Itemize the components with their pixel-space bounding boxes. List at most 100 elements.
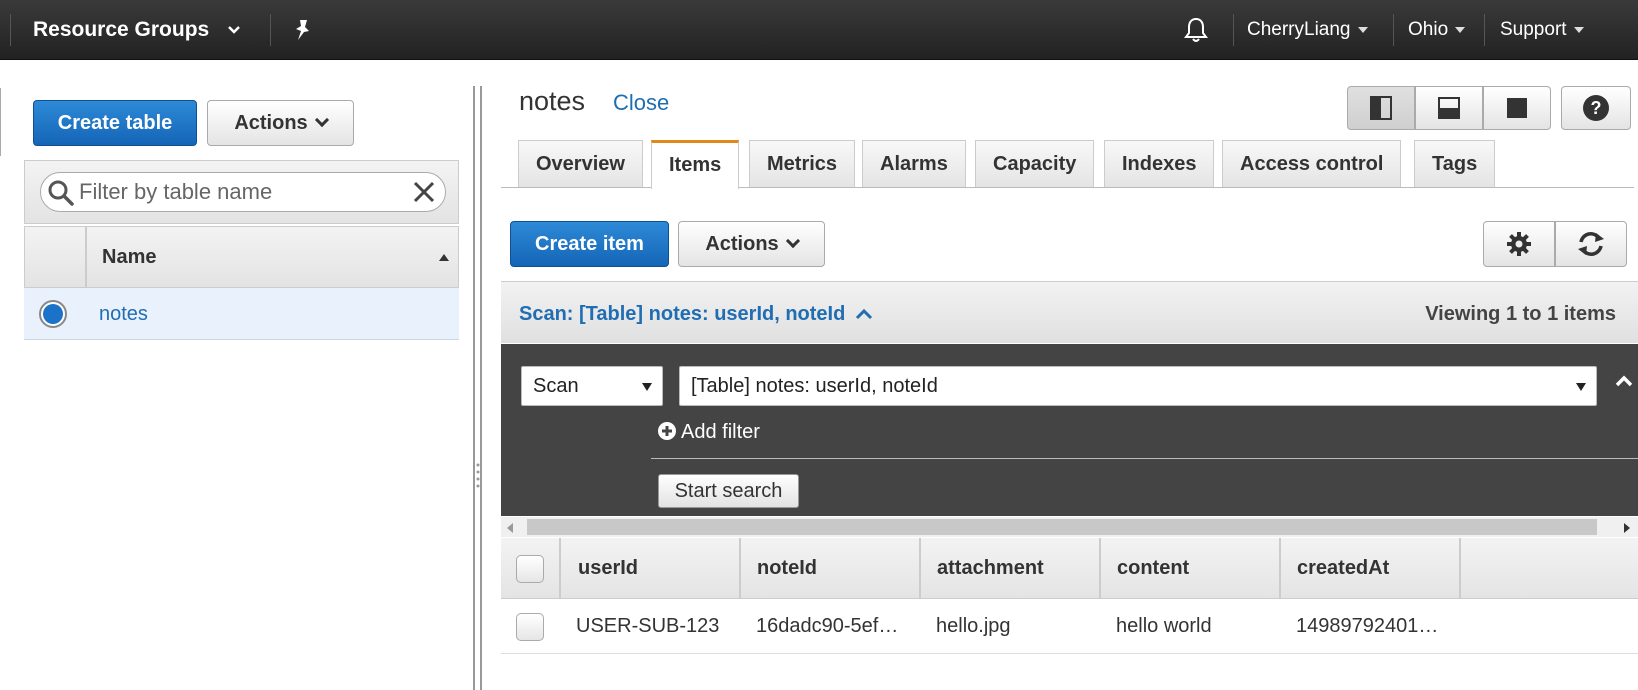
- chevron-down-icon: [785, 233, 800, 249]
- table-actions-button[interactable]: Actions: [207, 100, 354, 146]
- divider: [10, 14, 11, 46]
- clear-filter-icon[interactable]: [413, 181, 435, 203]
- support-menu[interactable]: Support: [1500, 0, 1584, 60]
- name-column-header[interactable]: Name: [102, 246, 156, 269]
- resource-groups-menu[interactable]: Resource Groups: [33, 0, 241, 60]
- user-name: CherryLiang: [1247, 19, 1351, 40]
- table-actions-label: Actions: [234, 111, 308, 134]
- radio-selected-dot: [43, 304, 63, 324]
- scan-summary-text: Scan: [Table] notes: userId, noteId: [519, 303, 846, 325]
- tab-tags[interactable]: Tags: [1414, 140, 1496, 187]
- column-divider: [739, 538, 741, 598]
- dropdown-arrow-icon: [1576, 383, 1586, 391]
- splitter-drag-handle[interactable]: [474, 460, 482, 490]
- panel-splitter-line: [480, 86, 482, 690]
- plus-circle-icon: [658, 422, 676, 440]
- column-divider: [85, 227, 87, 287]
- column-header-userid[interactable]: userId: [578, 538, 638, 598]
- svg-text:?: ?: [1591, 98, 1602, 118]
- table-select-radio[interactable]: [39, 300, 67, 328]
- items-table-header: [501, 538, 1638, 599]
- layout-full-button[interactable]: [1483, 86, 1551, 130]
- horizontal-scrollbar[interactable]: [501, 517, 1638, 537]
- chevron-up-icon: [855, 308, 872, 320]
- scroll-right-arrow-icon[interactable]: [1624, 523, 1630, 533]
- user-menu[interactable]: CherryLiang: [1247, 0, 1368, 60]
- filter-box: [40, 172, 446, 212]
- divider: [1484, 14, 1485, 46]
- divider: [270, 14, 271, 46]
- left-edge-line: [0, 88, 1, 156]
- item-userid-link[interactable]: USER-SUB-123: [576, 600, 719, 652]
- layout-split-vertical-button[interactable]: [1347, 86, 1415, 130]
- scan-summary-bar[interactable]: Scan: [Table] notes: userId, noteId View…: [501, 281, 1638, 343]
- notifications-bell-icon[interactable]: [1183, 0, 1213, 60]
- refresh-button[interactable]: [1555, 221, 1627, 267]
- column-header-createdat[interactable]: createdAt: [1297, 538, 1389, 598]
- scrollbar-thumb[interactable]: [527, 519, 1597, 535]
- help-button[interactable]: ?: [1561, 86, 1631, 130]
- add-filter-link[interactable]: Add filter: [657, 421, 760, 444]
- scroll-left-arrow-icon[interactable]: [507, 523, 513, 533]
- collapse-scan-icon[interactable]: [1614, 374, 1634, 388]
- panel-splitter-line: [473, 86, 475, 690]
- item-attachment: hello.jpg: [936, 615, 1011, 637]
- gear-icon: [1507, 232, 1531, 256]
- table-name-link[interactable]: notes: [99, 303, 148, 326]
- column-divider: [1459, 538, 1461, 598]
- tab-items[interactable]: Items: [651, 140, 740, 189]
- create-table-label: Create table: [57, 111, 173, 134]
- start-search-button[interactable]: Start search: [658, 474, 799, 508]
- column-divider: [919, 538, 921, 598]
- scan-panel-divider: [651, 458, 1638, 459]
- table-row[interactable]: notes: [24, 288, 459, 340]
- sort-ascending-icon[interactable]: [439, 254, 449, 261]
- scan-mode-select[interactable]: Scan: [521, 366, 663, 406]
- create-item-label: Create item: [535, 232, 644, 255]
- close-link[interactable]: Close: [613, 90, 669, 116]
- divider: [1393, 14, 1394, 46]
- tab-capacity[interactable]: Capacity: [975, 140, 1095, 187]
- layout-split-horizontal-button[interactable]: [1415, 86, 1483, 130]
- create-table-button[interactable]: Create table: [33, 100, 197, 146]
- tab-alarms[interactable]: Alarms: [862, 140, 966, 187]
- pin-icon[interactable]: [292, 0, 316, 60]
- viewing-count: Viewing 1 to 1 items: [1425, 303, 1616, 325]
- region-menu[interactable]: Ohio: [1408, 0, 1466, 60]
- item-actions-label: Actions: [705, 232, 779, 255]
- resource-groups-label: Resource Groups: [33, 18, 210, 41]
- table-title: notes: [519, 86, 586, 116]
- refresh-icon: [1578, 232, 1604, 256]
- scan-target-select[interactable]: [Table] notes: userId, noteId: [679, 366, 1597, 406]
- column-header-content[interactable]: content: [1117, 538, 1189, 598]
- column-header-attachment[interactable]: attachment: [937, 538, 1044, 598]
- support-label: Support: [1500, 19, 1567, 40]
- select-all-checkbox[interactable]: [516, 555, 544, 583]
- caret-down-icon: [1455, 26, 1466, 33]
- item-actions-button[interactable]: Actions: [678, 221, 825, 267]
- top-navigation-bar: Resource Groups CherryLiang Ohio Support: [0, 0, 1638, 60]
- row-select-checkbox[interactable]: [516, 613, 544, 641]
- scan-summary-toggle[interactable]: Scan: [Table] notes: userId, noteId: [519, 303, 873, 326]
- tab-indexes[interactable]: Indexes: [1104, 140, 1215, 187]
- column-divider: [1099, 538, 1101, 598]
- settings-button[interactable]: [1483, 221, 1555, 267]
- item-createdat: 14989792401…: [1296, 615, 1439, 637]
- help-icon: ?: [1583, 95, 1609, 121]
- region-label: Ohio: [1408, 19, 1449, 40]
- column-divider: [1279, 538, 1281, 598]
- caret-down-icon: [1357, 26, 1368, 33]
- tab-metrics[interactable]: Metrics: [749, 140, 856, 187]
- table-filter-input[interactable]: [77, 177, 397, 207]
- add-filter-label: Add filter: [681, 421, 760, 443]
- create-item-button[interactable]: Create item: [510, 221, 669, 267]
- column-divider: [559, 538, 561, 598]
- tables-list-header: Name: [24, 226, 459, 288]
- column-header-noteid[interactable]: noteId: [757, 538, 817, 598]
- tab-overview[interactable]: Overview: [518, 140, 643, 187]
- tab-access-control[interactable]: Access control: [1222, 140, 1402, 187]
- scan-target-value: [Table] notes: userId, noteId: [691, 375, 938, 397]
- item-content: hello world: [1116, 615, 1212, 637]
- divider: [1233, 14, 1234, 46]
- chevron-down-icon: [314, 112, 329, 128]
